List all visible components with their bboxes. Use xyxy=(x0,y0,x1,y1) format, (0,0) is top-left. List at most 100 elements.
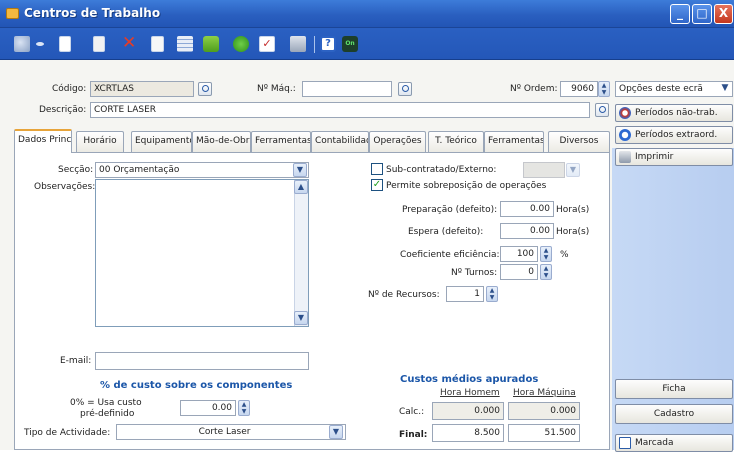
delete-icon[interactable]: ✕ xyxy=(122,35,138,52)
folder-icon[interactable] xyxy=(203,36,219,52)
final-maquina-field[interactable]: 51.500 xyxy=(508,424,580,442)
usa-custo-label-1: 0% = Usa custo xyxy=(70,398,142,408)
periodos-extraord-label: Períodos extraord. xyxy=(635,130,718,140)
preparacao-field[interactable]: 0.00 xyxy=(500,201,554,217)
sobreposicao-label: Permite sobreposição de operações xyxy=(386,181,547,191)
ficha-button[interactable]: Ficha xyxy=(615,379,733,399)
periodos-nao-trab-button[interactable]: Períodos não-trab. xyxy=(615,104,733,122)
espera-unit: Hora(s) xyxy=(556,227,590,237)
marcada-label: Marcada xyxy=(635,438,674,448)
toolbar-separator xyxy=(314,36,315,53)
final-homem-field[interactable]: 8.500 xyxy=(432,424,504,442)
nmaq-label: Nº Máq.: xyxy=(257,84,296,94)
tipo-actividade-label: Tipo de Actividade: xyxy=(24,428,111,438)
nordem-label: Nº Ordem: xyxy=(510,84,558,94)
codigo-search-button[interactable] xyxy=(198,82,212,96)
preparacao-unit: Hora(s) xyxy=(556,205,590,215)
opcoes-chevron-down-icon[interactable]: ▼ xyxy=(718,82,732,96)
descricao-field[interactable]: CORTE LASER xyxy=(90,102,590,118)
title-bar: Centros de Trabalho _ □ X xyxy=(0,0,734,28)
tab-diversos[interactable]: Diversos xyxy=(548,131,610,152)
dropdown-arrow-icon[interactable] xyxy=(36,42,44,46)
espera-field[interactable]: 0.00 xyxy=(500,223,554,239)
final-label: Final: xyxy=(399,430,428,440)
recursos-field[interactable]: 1 xyxy=(446,286,484,302)
edit-icon[interactable] xyxy=(151,36,164,52)
observacoes-scrollbar[interactable] xyxy=(294,180,308,326)
scroll-down-icon[interactable]: ▼ xyxy=(294,311,308,325)
periodos-extraord-button[interactable]: Períodos extraord. xyxy=(615,126,733,144)
descricao-search-button[interactable] xyxy=(595,103,609,117)
copy-document-icon[interactable] xyxy=(93,36,105,52)
new-document-icon[interactable] xyxy=(59,36,71,52)
usa-custo-field[interactable]: 0.00 xyxy=(180,400,236,416)
clock-icon xyxy=(619,129,631,141)
turnos-field[interactable]: 0 xyxy=(500,264,538,280)
email-label: E-mail: xyxy=(60,356,92,366)
refresh-icon[interactable] xyxy=(233,36,249,52)
nmaq-search-button[interactable] xyxy=(398,82,412,96)
descricao-label: Descrição: xyxy=(39,105,87,115)
tab-ferramentas-2[interactable]: Ferramentas xyxy=(484,131,544,152)
turnos-spinner[interactable]: ▲ ▼ xyxy=(540,264,552,280)
nordem-spinner[interactable]: ▲ ▼ xyxy=(598,81,610,97)
help-icon[interactable]: ? xyxy=(320,36,336,52)
codigo-label: Código: xyxy=(52,84,87,94)
observacoes-textarea[interactable] xyxy=(95,179,309,327)
subcontratado-checkbox[interactable] xyxy=(371,163,383,175)
coeficiente-field[interactable]: 100 xyxy=(500,246,538,262)
tipo-actividade-select[interactable]: Corte Laser xyxy=(116,424,346,440)
tab-mao-de-obra[interactable]: Mão-de-Obr xyxy=(192,131,251,152)
tipo-actividade-chevron-down-icon[interactable]: ▼ xyxy=(329,425,343,439)
sobreposicao-checkbox[interactable]: ✓ xyxy=(371,179,383,191)
imprimir-label: Imprimir xyxy=(635,152,674,162)
codigo-field[interactable]: XCRTLAS xyxy=(90,81,194,97)
opcoes-select[interactable]: Opções deste ecrã xyxy=(615,81,733,97)
maximize-button[interactable]: □ xyxy=(692,4,712,24)
cadastro-button[interactable]: Cadastro xyxy=(615,404,733,424)
tab-operacoes[interactable]: Operações xyxy=(369,131,426,152)
imprimir-button[interactable]: Imprimir xyxy=(615,148,733,166)
seccao-label: Secção: xyxy=(58,165,94,175)
nmaq-field[interactable] xyxy=(302,81,392,97)
main-window: Centros de Trabalho _ □ X ✕ ✓ ? On Códig… xyxy=(0,0,734,452)
calc-maquina-value: 0.000 xyxy=(508,402,580,420)
nordem-field[interactable]: 9060 xyxy=(560,81,598,97)
tab-dados-principais[interactable]: Dados Princi xyxy=(14,129,72,153)
close-button[interactable]: X xyxy=(714,4,733,24)
marcada-button[interactable]: Marcada xyxy=(615,434,733,452)
tab-contabilidade[interactable]: Contabilidad xyxy=(311,131,369,152)
seccao-chevron-down-icon[interactable]: ▼ xyxy=(293,163,307,177)
coeficiente-spinner[interactable]: ▲ ▼ xyxy=(540,246,552,262)
app-icon xyxy=(6,8,19,19)
tab-equipamento[interactable]: Equipamento xyxy=(131,131,192,152)
toolbar: ✕ ✓ ? On xyxy=(0,28,734,60)
tab-tempo-teorico[interactable]: T. Teórico xyxy=(428,131,484,152)
calc-label: Calc.: xyxy=(399,407,425,417)
table-icon[interactable] xyxy=(177,36,193,52)
seccao-select[interactable]: 00 Orçamentação xyxy=(95,162,309,178)
tools-icon[interactable] xyxy=(14,36,30,52)
hora-homem-header: Hora Homem xyxy=(440,388,500,398)
turnos-label: Nº Turnos: xyxy=(451,268,498,278)
coeficiente-unit: % xyxy=(560,250,569,260)
recursos-label: Nº de Recursos: xyxy=(368,290,440,300)
periodos-nao-trab-label: Períodos não-trab. xyxy=(635,108,718,118)
recursos-spinner[interactable]: ▲ ▼ xyxy=(486,286,498,302)
subcontratado-select xyxy=(523,162,565,178)
scroll-up-icon[interactable]: ▲ xyxy=(294,180,308,194)
tab-horario[interactable]: Horário xyxy=(76,131,124,152)
check-icon[interactable]: ✓ xyxy=(259,36,275,52)
coeficiente-label: Coeficiente eficiência: xyxy=(400,250,500,260)
tab-ferramentas[interactable]: Ferramentas xyxy=(251,131,311,152)
marcada-checkbox-icon xyxy=(619,437,631,449)
print-icon[interactable] xyxy=(290,36,306,52)
hora-maquina-header: Hora Máquina xyxy=(513,388,576,398)
usa-custo-label-2: pré-definido xyxy=(80,409,135,419)
minimize-button[interactable]: _ xyxy=(670,4,690,24)
usa-custo-spinner[interactable]: ▲ ▼ xyxy=(238,400,250,416)
window-title: Centros de Trabalho xyxy=(24,6,161,20)
observacoes-label: Observações: xyxy=(34,182,96,192)
email-field[interactable] xyxy=(95,352,309,370)
on-icon[interactable]: On xyxy=(342,36,358,52)
